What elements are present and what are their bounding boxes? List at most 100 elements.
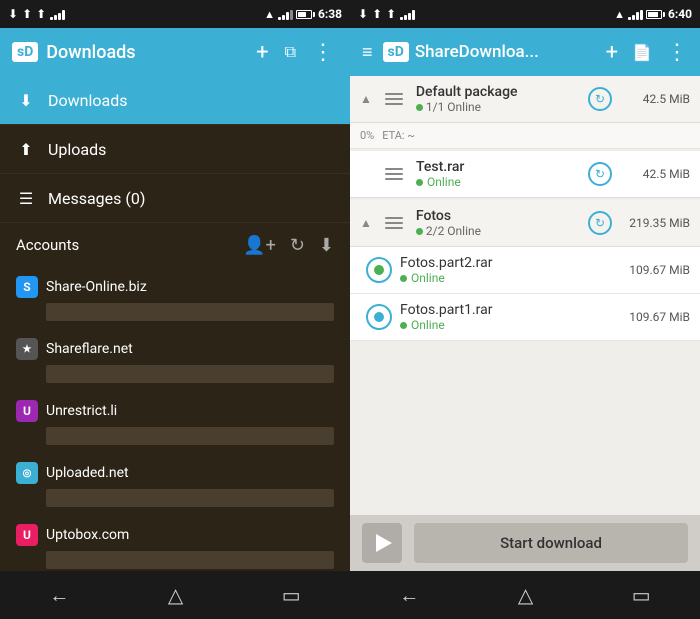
more-icon-left[interactable]: ⋮ xyxy=(308,36,338,69)
account-item-share-online[interactable]: S Share-Online.biz xyxy=(0,267,350,329)
group-status-default: 1/1 Online xyxy=(416,100,580,114)
play-button[interactable] xyxy=(362,523,402,563)
home-button-left[interactable]: △ xyxy=(148,575,203,615)
online-dot-testrar xyxy=(416,179,423,186)
dl-item-status-part2: Online xyxy=(400,271,612,285)
refresh-circle-icon: ↻ xyxy=(595,92,605,106)
left-status-right: ▲ 6:38 xyxy=(264,7,342,21)
unrestrict-name: Unrestrict.li xyxy=(46,403,117,419)
uploads-nav-label: Uploads xyxy=(48,140,106,159)
download-account-icon[interactable]: ⬇ xyxy=(319,235,334,256)
group-dl-icon-fotos[interactable]: ↻ xyxy=(588,211,612,235)
more-icon-right[interactable]: ⋮ xyxy=(662,36,692,69)
download-group-testrar: Test.rar Online ↻ 42.5 MiB xyxy=(350,151,700,198)
right-signal-icon xyxy=(400,8,415,20)
online-dot-fotos xyxy=(416,228,423,235)
group-size-fotos: 219.35 MiB xyxy=(620,216,690,230)
chevron-icon-default[interactable]: ▲ xyxy=(360,92,372,106)
account-list: S Share-Online.biz ★ Shareflare.net U Un… xyxy=(0,267,350,571)
unrestrict-sub xyxy=(46,427,334,445)
add-account-icon[interactable]: 👤+ xyxy=(243,235,276,256)
online-dot-default xyxy=(416,104,423,111)
dl-item-info-part2: Fotos.part2.rar Online xyxy=(400,255,612,285)
shareflare-sub xyxy=(46,365,334,383)
account-item-shareflare[interactable]: ★ Shareflare.net xyxy=(0,329,350,391)
add-icon-right[interactable]: + xyxy=(602,36,622,69)
dl-item-size-part2: 109.67 MiB xyxy=(620,263,690,277)
refresh-circle-icon-testrar: ↻ xyxy=(595,167,605,181)
dl-item-status-part1: Online xyxy=(400,318,612,332)
uptobox-sub xyxy=(46,551,334,569)
add-icon-left[interactable]: + xyxy=(252,36,272,69)
download-arrow-icon: ⬇ xyxy=(8,7,18,21)
accounts-action-icons: 👤+ ↻ ⬇ xyxy=(243,235,334,256)
online-dot-part2 xyxy=(400,275,407,282)
group-header-testrar: Test.rar Online ↻ 42.5 MiB xyxy=(350,151,700,198)
right-time: 6:40 xyxy=(668,7,692,21)
right-bottom-nav: ← △ ▭ xyxy=(350,571,700,619)
app-logo-right: sD xyxy=(383,42,409,62)
play-triangle-icon xyxy=(376,534,392,552)
account-item-unrestrict[interactable]: U Unrestrict.li xyxy=(0,391,350,453)
copy-icon-left[interactable]: ⧉ xyxy=(281,38,300,66)
group-header-fotos: ▲ Fotos 2/2 Online ↻ xyxy=(350,200,700,247)
progress-percent: 0% xyxy=(360,129,374,142)
messages-nav-icon: ☰ xyxy=(16,189,36,208)
left-status-bar: ⬇ ⬆ ⬆ ▲ 6:38 xyxy=(0,0,350,28)
start-download-button[interactable]: Start download xyxy=(414,523,688,563)
nav-item-uploads[interactable]: ⬆ Uploads xyxy=(0,125,350,173)
group-status-fotos: 2/2 Online xyxy=(416,224,580,238)
recents-button-right[interactable]: ▭ xyxy=(612,575,671,615)
left-top-bar: sD Downloads + ⧉ ⋮ xyxy=(0,28,350,76)
account-item-uploaded[interactable]: ◎ Uploaded.net xyxy=(0,453,350,515)
uploaded-sub xyxy=(46,489,334,507)
dl-item-icon-part1 xyxy=(366,304,392,330)
chevron-icon-fotos[interactable]: ▲ xyxy=(360,216,372,230)
mobile-signal-icon xyxy=(278,8,293,20)
recents-button-left[interactable]: ▭ xyxy=(262,575,321,615)
home-button-right[interactable]: △ xyxy=(498,575,553,615)
account-item-uptobox[interactable]: U Uptobox.com xyxy=(0,515,350,571)
left-status-icons: ⬇ ⬆ ⬆ xyxy=(8,7,65,21)
download-group-default: ▲ Default package 1/1 Online xyxy=(350,76,700,149)
download-group-fotos: ▲ Fotos 2/2 Online ↻ xyxy=(350,200,700,341)
unrestrict-icon: U xyxy=(16,400,38,422)
group-dl-icon-testrar[interactable]: ↻ xyxy=(588,162,612,186)
group-icon-default xyxy=(380,85,408,113)
refresh-icon[interactable]: ↻ xyxy=(290,235,305,256)
group-info-testrar: Test.rar Online xyxy=(416,159,580,189)
group-size-testrar: 42.5 MiB xyxy=(620,167,690,181)
group-title-testrar: Test.rar xyxy=(416,159,580,175)
left-bottom-nav: ← △ ▭ xyxy=(0,571,350,619)
dl-item-icon-part2 xyxy=(366,257,392,283)
right-status-icons: ⬇ ⬆ ⬆ xyxy=(358,7,415,21)
hamburger-icon[interactable]: ≡ xyxy=(358,38,377,67)
uptobox-icon: U xyxy=(16,524,38,546)
share-online-icon: S xyxy=(16,276,38,298)
nav-item-messages[interactable]: ☰ Messages (0) xyxy=(0,174,350,222)
shareflare-icon: ★ xyxy=(16,338,38,360)
right-upload-icon: ⬆ xyxy=(372,7,382,21)
left-panel: ⬇ ⬆ ⬆ ▲ 6:38 xyxy=(0,0,350,619)
right-status-bar: ⬇ ⬆ ⬆ ▲ 6:40 xyxy=(350,0,700,28)
left-top-title: Downloads xyxy=(46,42,244,63)
right-status-right: ▲ 6:40 xyxy=(614,7,692,21)
group-dl-icon-default[interactable]: ↻ xyxy=(588,87,612,111)
group-status-testrar: Online xyxy=(416,175,580,189)
accounts-label: Accounts xyxy=(16,236,243,254)
package-icon[interactable]: 📄 xyxy=(628,39,656,66)
group-info-default: Default package 1/1 Online xyxy=(416,84,580,114)
upload-arrow-icon: ⬆ xyxy=(22,7,32,21)
download-item-fotos-part2: Fotos.part2.rar Online 109.67 MiB xyxy=(350,247,700,294)
nav-item-downloads[interactable]: ⬇ Downloads xyxy=(0,76,350,124)
group-icon-testrar xyxy=(380,160,408,188)
accounts-header: Accounts 👤+ ↻ ⬇ xyxy=(0,223,350,267)
back-button-right[interactable]: ← xyxy=(379,575,439,616)
progress-eta: ETA: ~ xyxy=(382,129,415,142)
share-online-sub xyxy=(46,303,334,321)
uploads-nav-icon: ⬆ xyxy=(16,140,36,159)
back-button-left[interactable]: ← xyxy=(29,575,89,616)
right-battery-icon xyxy=(646,10,665,19)
uploaded-name: Uploaded.net xyxy=(46,465,129,481)
shareflare-name: Shareflare.net xyxy=(46,341,133,357)
